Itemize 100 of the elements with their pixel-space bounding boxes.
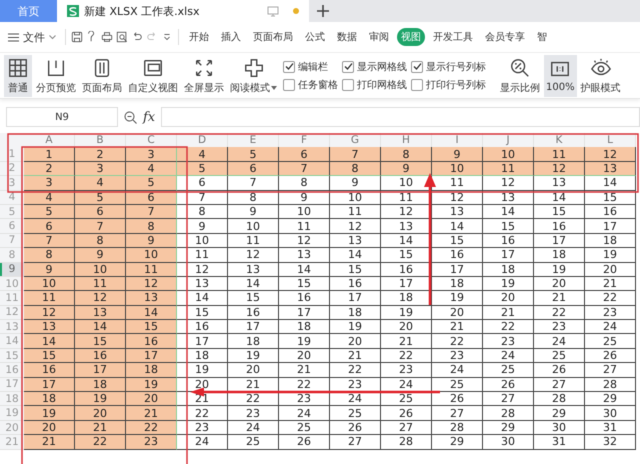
print-icon[interactable] bbox=[101, 31, 113, 43]
undo-icon[interactable] bbox=[131, 31, 143, 43]
checkbox-option[interactable]: 显示行号列标 bbox=[411, 60, 486, 74]
table-cell: 27 bbox=[483, 392, 534, 406]
window-tab[interactable]: 首页 bbox=[0, 0, 57, 22]
checkbox[interactable] bbox=[411, 78, 423, 90]
ribbon-tab[interactable]: 会员专享 bbox=[481, 28, 529, 46]
checkbox-option[interactable]: 显示网格线 bbox=[342, 60, 407, 74]
table-cell: 16 bbox=[381, 262, 432, 277]
zoom-icon[interactable] bbox=[124, 110, 137, 124]
view-button[interactable]: 阅读模式 bbox=[228, 54, 279, 96]
table-cell: 4 bbox=[75, 176, 126, 191]
row-header[interactable]: 18 bbox=[0, 392, 24, 406]
column-header[interactable]: I bbox=[432, 133, 483, 147]
table-cell: 8 bbox=[279, 176, 330, 191]
table-cell: 11 bbox=[24, 291, 75, 306]
column-header[interactable]: D bbox=[177, 133, 228, 147]
table-cell: 7 bbox=[75, 219, 126, 234]
table-cell: 29 bbox=[483, 420, 534, 436]
table-cell: 11 bbox=[534, 147, 585, 162]
ribbon-tab[interactable]: 数据 bbox=[333, 28, 361, 46]
more-icon[interactable] bbox=[161, 31, 173, 43]
window-tab[interactable]: 新建 XLSX 工作表.xlsx bbox=[57, 0, 257, 22]
table-cell: 8 bbox=[126, 219, 177, 234]
table-cell: 15 bbox=[534, 204, 585, 220]
column-header[interactable]: L bbox=[585, 133, 636, 147]
column-header[interactable]: G bbox=[330, 133, 381, 147]
checkbox-option[interactable]: 打印网格线 bbox=[342, 78, 407, 92]
table-cell: 16 bbox=[483, 234, 534, 248]
view-button[interactable]: 显示比例 bbox=[498, 54, 542, 96]
checkbox[interactable] bbox=[283, 60, 295, 72]
table-cell: 21 bbox=[279, 363, 330, 378]
ribbon-tab[interactable]: 开发工具 bbox=[429, 28, 477, 46]
ribbon-tab[interactable]: 公式 bbox=[301, 28, 329, 46]
function-label[interactable]: fx bbox=[143, 110, 156, 124]
row-header[interactable]: 16 bbox=[0, 363, 24, 378]
column-header[interactable]: F bbox=[279, 133, 330, 147]
view-button[interactable]: 护眼模式 bbox=[578, 54, 623, 96]
caret-icon bbox=[49, 34, 56, 40]
file-menu[interactable]: 文件 bbox=[4, 30, 60, 44]
ribbon-tab[interactable]: 智 bbox=[533, 28, 551, 46]
table-cell: 15 bbox=[126, 320, 177, 334]
row-header[interactable]: 11 bbox=[0, 291, 24, 306]
ribbon-tab[interactable]: 视图 bbox=[397, 28, 425, 46]
table-cell: 24 bbox=[432, 363, 483, 378]
checkbox[interactable] bbox=[411, 60, 423, 72]
table-cell: 31 bbox=[585, 420, 636, 436]
formula-input[interactable] bbox=[161, 107, 640, 127]
row-header[interactable]: 19 bbox=[0, 406, 24, 421]
table-cell: 17 bbox=[330, 291, 381, 306]
ribbon-tab[interactable]: 插入 bbox=[217, 28, 245, 46]
column-header[interactable]: J bbox=[483, 133, 534, 147]
column-header[interactable]: K bbox=[534, 133, 585, 147]
checkbox[interactable] bbox=[342, 60, 354, 72]
column-header[interactable]: B bbox=[75, 133, 126, 147]
table-cell: 25 bbox=[432, 378, 483, 392]
row-header[interactable]: 21 bbox=[0, 435, 24, 450]
view-button[interactable]: 普通 bbox=[4, 54, 32, 96]
view-button[interactable]: 全屏显示 bbox=[182, 54, 226, 96]
view-button[interactable]: 页面布局 bbox=[80, 54, 124, 96]
row-header[interactable]: 3 bbox=[0, 176, 24, 191]
column-header[interactable]: C bbox=[126, 133, 177, 147]
view-button[interactable]: 自定义视图 bbox=[126, 54, 180, 96]
view-button[interactable]: 100% bbox=[544, 54, 577, 96]
table-cell: 18 bbox=[432, 276, 483, 292]
row-header[interactable]: 14 bbox=[0, 334, 24, 349]
ribbon-tab[interactable]: 页面布局 bbox=[249, 28, 297, 46]
checkbox-option[interactable]: 打印行号列标 bbox=[411, 78, 486, 92]
table-cell: 20 bbox=[228, 363, 279, 378]
row-header[interactable]: 8 bbox=[0, 248, 24, 263]
row-header[interactable]: 6 bbox=[0, 219, 24, 234]
table-cell: 19 bbox=[75, 392, 126, 406]
preview-icon[interactable] bbox=[116, 31, 128, 43]
table-cell: 17 bbox=[126, 348, 177, 364]
column-header[interactable]: A bbox=[24, 133, 75, 147]
table-cell: 7 bbox=[330, 147, 381, 162]
checkbox[interactable] bbox=[342, 78, 354, 90]
spreadsheet-icon bbox=[67, 5, 79, 17]
table-cell: 18 bbox=[228, 334, 279, 349]
table-cell: 23 bbox=[483, 334, 534, 349]
table-cell: 19 bbox=[483, 276, 534, 292]
table-cell: 29 bbox=[534, 406, 585, 421]
table-cell: 32 bbox=[585, 435, 636, 450]
row-header[interactable]: 1 bbox=[0, 147, 24, 162]
column-header[interactable]: H bbox=[381, 133, 432, 147]
save-icon[interactable] bbox=[71, 31, 83, 43]
table-cell: 23 bbox=[432, 348, 483, 364]
row-header[interactable]: 13 bbox=[0, 320, 24, 334]
table-cell: 26 bbox=[585, 348, 636, 364]
checkbox-option[interactable]: 编辑栏 bbox=[283, 60, 338, 74]
ribbon-tab[interactable]: 开始 bbox=[185, 28, 213, 46]
view-button[interactable]: 分页预览 bbox=[34, 54, 78, 96]
table-cell: 27 bbox=[330, 435, 381, 450]
checkbox[interactable] bbox=[283, 78, 295, 90]
table-cell: 10 bbox=[483, 147, 534, 162]
ribbon-tab[interactable]: 审阅 bbox=[365, 28, 393, 46]
column-header[interactable]: E bbox=[228, 133, 279, 147]
table-cell: 7 bbox=[279, 162, 330, 176]
checkbox-option[interactable]: 任务窗格 bbox=[283, 78, 338, 92]
name-box[interactable]: N9 bbox=[6, 107, 118, 127]
